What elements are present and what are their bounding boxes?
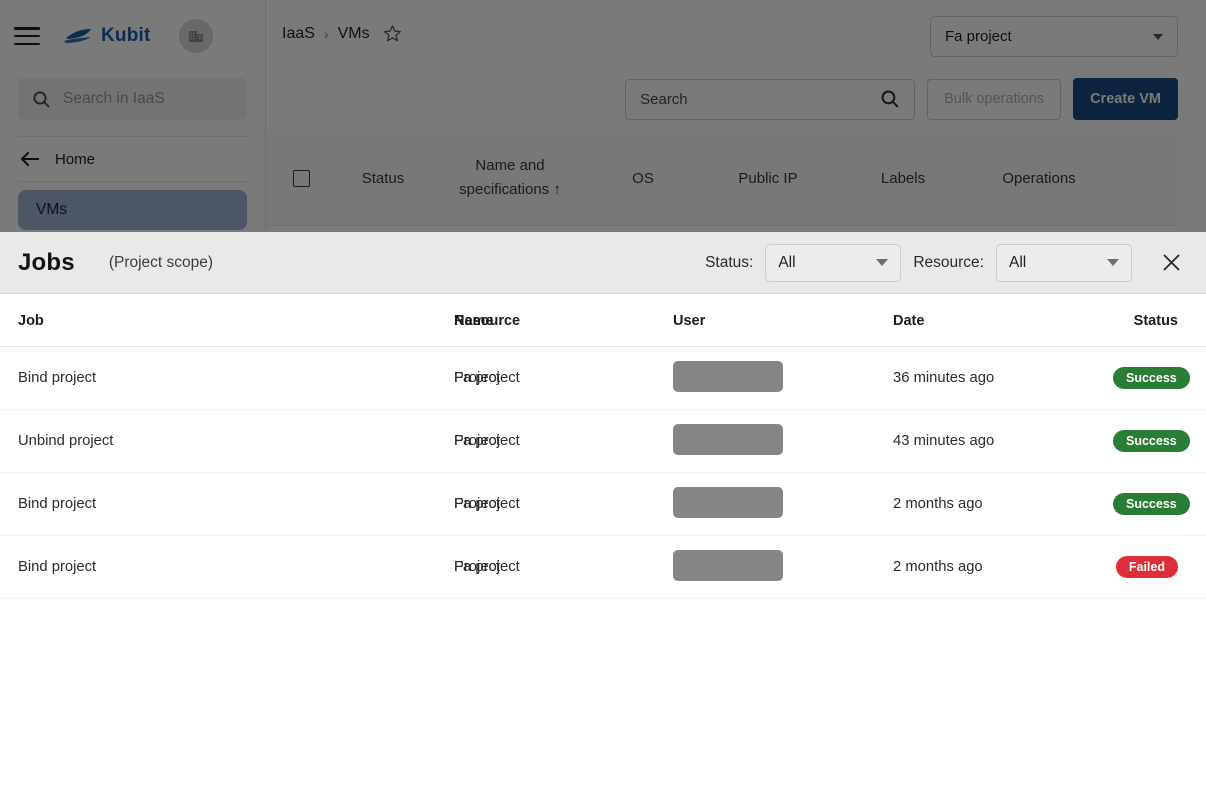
status-cell: Success [1113,472,1206,536]
jobs-panel: Jobs (Project scope) Status: All Resourc… [0,232,1206,789]
jobs-col-date[interactable]: Date [893,294,1113,347]
status-cell: Success [1113,346,1206,410]
jobs-table-head: Job Resource Name User Date Status [0,294,1206,347]
status-badge: Failed [1115,555,1178,579]
status-badge: Success [1113,366,1190,390]
status-cell: Success [1113,409,1206,473]
user-cell [673,346,893,410]
jobs-panel-header: Jobs (Project scope) Status: All Resourc… [0,232,1206,294]
job-cell: Bind project [0,472,218,536]
status-filter-select[interactable]: All [765,243,902,282]
close-icon[interactable] [1154,246,1188,280]
resource-filter-label: Resource: [913,253,984,271]
resource-cell: Project [218,472,500,536]
name-cell: Fa project [454,535,673,599]
date-cell: 2 months ago [893,535,1113,599]
job-cell: Bind project [0,535,218,599]
user-cell [673,409,893,473]
jobs-col-user[interactable]: User [673,294,893,347]
jobs-panel-title: Jobs [18,248,75,276]
date-cell: 36 minutes ago [893,346,1113,410]
user-cell [673,472,893,536]
job-cell: Bind project [0,346,218,410]
status-filter-value: All [778,253,796,271]
jobs-table-header-row: Job Resource Name User Date Status [0,294,1206,347]
chevron-down-icon [1107,259,1119,266]
jobs-col-job[interactable]: Job [0,294,218,347]
redacted-user-value [673,549,783,581]
resource-filter-value: All [1009,253,1027,271]
jobs-col-name[interactable]: Name [454,294,673,347]
jobs-panel-scope: (Project scope) [108,253,214,271]
resource-cell: Project [218,535,500,599]
table-row[interactable]: Bind project Project Fa project 2 months ag… [0,472,1206,536]
name-cell: Fa project [454,409,673,473]
date-cell: 2 months ago [893,472,1113,536]
jobs-table: Job Resource Name User Date Status Bind … [0,294,1206,599]
table-row[interactable]: Unbind project Project Fa project 43 minute… [0,409,1206,473]
resource-cell: Project [218,346,500,410]
status-badge: Success [1113,492,1190,516]
status-cell: Failed [1113,535,1206,599]
resource-cell: Project [218,409,500,473]
jobs-col-resource[interactable]: Resource [218,294,520,347]
jobs-table-body: Bind project Project Fa project 36 minutes … [0,346,1206,599]
jobs-col-status[interactable]: Status [1113,294,1206,347]
chevron-down-icon [876,259,889,266]
job-cell: Unbind project [0,409,218,473]
name-cell: Fa project [454,346,673,410]
close-glyph [1162,254,1180,271]
name-cell: Fa project [454,472,673,536]
redacted-user-value [673,360,783,392]
date-cell: 43 minutes ago [893,409,1113,473]
redacted-user-value [673,486,783,518]
user-cell [673,535,893,599]
table-row[interactable]: Bind project Project Fa project 2 months ag… [0,535,1206,599]
table-row[interactable]: Bind project Project Fa project 36 minutes … [0,346,1206,410]
app-root: Kubit [0,0,1206,789]
resource-filter-select[interactable]: All [996,243,1132,282]
status-filter-label: Status: [705,253,754,271]
status-badge: Success [1113,429,1190,453]
jobs-filters: Status: All Resource: All [705,243,1188,282]
redacted-user-value [673,423,783,455]
